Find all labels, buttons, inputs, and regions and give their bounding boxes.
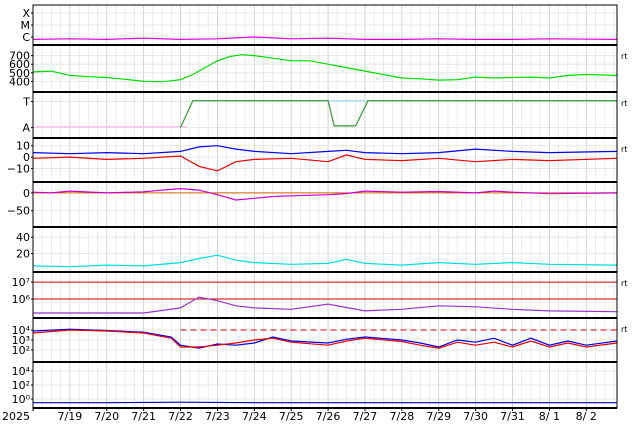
panel-electron: 10⁷ 10⁶ rt — [12, 276, 627, 319]
panel-speed: 700600500400rt — [9, 50, 627, 93]
y-tick-label: 10⁶ — [12, 293, 31, 306]
x-tick-label: 7/25 — [279, 410, 304, 423]
y-tick-label: −50 — [7, 205, 30, 218]
x-tick-label: 7/20 — [94, 410, 119, 423]
series-line-speed-0 — [32, 54, 618, 83]
series-line-bfield-0 — [32, 145, 618, 155]
x-tick-label: 7/23 — [205, 410, 230, 423]
x-tick-label: 7/22 — [168, 410, 193, 423]
panel-right-label: rt — [621, 99, 627, 108]
panel-kp: 4020 — [16, 231, 618, 273]
y-tick-label: 0 — [23, 187, 30, 200]
panel-right-label: rt — [621, 145, 627, 154]
x-tick-label: 7/31 — [500, 410, 525, 423]
x-tick-label: 8/ 1 — [539, 410, 560, 423]
x-tick-label: 7/24 — [242, 410, 267, 423]
x-tick-label: 7/27 — [353, 410, 378, 423]
series-line-sector-2 — [179, 100, 617, 128]
series-line-dst-0 — [32, 187, 618, 201]
x-tick-label: 7/21 — [131, 410, 156, 423]
panel-right-label: rt — [621, 279, 627, 288]
y-tick-label: 10⁷ — [12, 276, 30, 289]
y-tick-label: −10 — [7, 163, 30, 176]
x-axis: 2025 7/19 7/20 7/21 7/22 7/23 7/24 7/25 7/26 7/27… — [2, 408, 597, 423]
y-tick-label: 10⁴ — [12, 365, 31, 378]
panel-right-label: rt — [621, 52, 627, 61]
x-tick-label: 7/28 — [389, 410, 414, 423]
y-tick-label: 40 — [16, 231, 30, 244]
series-line-lowflux-0 — [33, 401, 617, 404]
series-line-kp-0 — [32, 254, 618, 268]
x-tick-label: 7/19 — [58, 410, 83, 423]
x-tick-label: 7/26 — [316, 410, 341, 423]
panel-dst: 0−50 — [7, 187, 618, 228]
y-tick-label: C — [22, 31, 30, 44]
y-tick-label: A — [22, 122, 30, 135]
plot-frame — [32, 4, 618, 409]
panel-proton: 10⁴10³10²rt — [12, 324, 627, 363]
y-tick-label: 10² — [12, 379, 30, 392]
panel-bfield: 100−10rt — [7, 140, 627, 183]
y-tick-label: 400 — [9, 75, 30, 88]
panel-sector: TArt — [22, 96, 627, 139]
grid-lines — [32, 5, 615, 408]
x-tick-label: 7/30 — [463, 410, 488, 423]
panel-right-label: rt — [621, 325, 627, 334]
x-tick-label: 7/29 — [426, 410, 451, 423]
panel-lowflux: 10⁴10²10⁰ — [12, 365, 617, 409]
y-tick-label: T — [22, 96, 30, 109]
y-tick-label: 20 — [16, 248, 30, 261]
x-tick-label: 8/ 2 — [576, 410, 597, 423]
y-tick-label: 10⁰ — [12, 393, 31, 406]
x-tick-label: 2025 — [2, 410, 30, 423]
space-weather-chart: XMC700600500400rtTArt100−10rt0−50402010⁷… — [2, 4, 627, 423]
y-tick-label: 10² — [12, 344, 30, 357]
